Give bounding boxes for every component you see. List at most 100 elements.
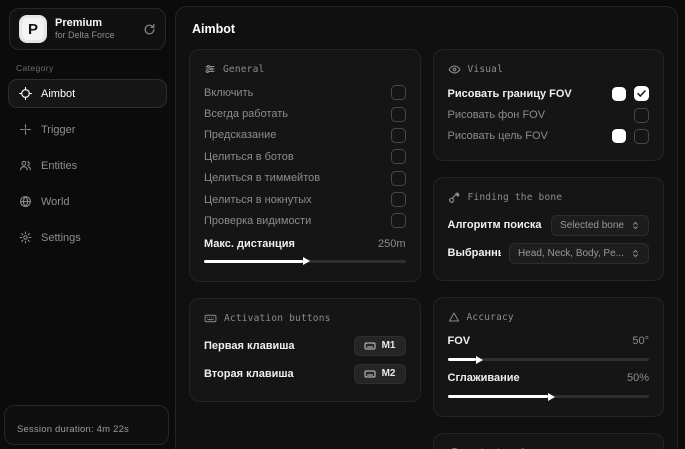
toggle-row-always-work: Всегда работать xyxy=(204,103,406,124)
chevron-up-down-icon xyxy=(631,249,640,258)
visual-card: Visual Рисовать границу FOV xyxy=(433,49,665,161)
accuracy-card: Accuracy FOV 50° Сглаживание 50% xyxy=(433,297,665,417)
eye-icon xyxy=(448,63,461,76)
fov-value: 50° xyxy=(632,335,649,347)
bone-icon xyxy=(448,191,461,204)
product-logo: P xyxy=(19,15,47,43)
session-duration-box: Session duration: 4m 22s xyxy=(4,405,169,445)
fov-target-checkbox[interactable] xyxy=(634,129,649,144)
bone-card-header: Finding the bone xyxy=(448,191,650,204)
fov-border-label: Рисовать границу FOV xyxy=(448,88,572,100)
check-icon xyxy=(636,88,647,99)
keyboard-icon xyxy=(364,368,376,380)
enable-checkbox[interactable] xyxy=(391,85,406,100)
second-key-row: Вторая клавиша M2 xyxy=(204,360,406,388)
product-header: P Premium for Delta Force xyxy=(9,8,166,50)
toggle-label: Проверка видимости xyxy=(204,215,311,227)
sidebar-nav: Aimbot Trigger Entities xyxy=(0,79,175,252)
general-card: General Включить Всегда работать Предска… xyxy=(189,49,421,282)
trigger-icon xyxy=(19,123,32,136)
sidebar-item-world[interactable]: World xyxy=(8,187,167,216)
switch-delay-card: Switch Delay Задержка переключения Задер… xyxy=(433,433,665,449)
activation-card: Activation buttons Первая клавиша M1 xyxy=(189,298,421,402)
right-column: Visual Рисовать границу FOV xyxy=(433,49,665,449)
sidebar-item-label: Settings xyxy=(41,232,81,244)
first-key-row: Первая клавиша M1 xyxy=(204,332,406,360)
bone-algorithm-row: Алгоритм поиска кости Selected bone xyxy=(448,211,650,239)
second-key-button[interactable]: M2 xyxy=(354,364,406,384)
visibility-check-checkbox[interactable] xyxy=(391,213,406,228)
toggle-row-visibility-check: Проверка видимости xyxy=(204,210,406,231)
smoothing-label: Сглаживание xyxy=(448,372,520,384)
first-key-button[interactable]: M1 xyxy=(354,336,406,356)
target-teammates-checkbox[interactable] xyxy=(391,171,406,186)
first-key-label: Первая клавиша xyxy=(204,340,295,352)
smoothing-row: Сглаживание 50% xyxy=(448,367,650,388)
keyboard-icon xyxy=(204,312,217,325)
chevron-up-down-icon xyxy=(631,221,640,230)
smoothing-slider[interactable] xyxy=(448,395,650,398)
gear-icon xyxy=(19,231,32,244)
sync-icon[interactable] xyxy=(143,23,156,36)
fov-background-row: Рисовать фон FOV xyxy=(448,104,650,125)
fov-target-row: Рисовать цель FOV xyxy=(448,126,650,147)
prediction-checkbox[interactable] xyxy=(391,128,406,143)
sidebar-item-aimbot[interactable]: Aimbot xyxy=(8,79,167,108)
crosshair-icon xyxy=(19,87,32,100)
selected-bones-label: Выбранные кости xyxy=(448,247,502,259)
fov-border-color-swatch[interactable] xyxy=(612,87,626,101)
selected-bones-dropdown[interactable]: Head, Neck, Body, Pe... xyxy=(509,243,649,264)
category-label: Category xyxy=(16,63,175,73)
bone-algorithm-label: Алгоритм поиска кости xyxy=(448,219,544,231)
sidebar-item-label: World xyxy=(41,196,70,208)
left-column: General Включить Всегда работать Предска… xyxy=(189,49,421,402)
toggle-label: Целиться в тиммейтов xyxy=(204,172,320,184)
accuracy-card-title: Accuracy xyxy=(467,312,514,323)
fov-target-label: Рисовать цель FOV xyxy=(448,130,548,142)
target-knocked-checkbox[interactable] xyxy=(391,192,406,207)
toggle-label: Включить xyxy=(204,87,253,99)
globe-icon xyxy=(19,195,32,208)
fov-target-color-swatch[interactable] xyxy=(612,129,626,143)
accuracy-card-header: Accuracy xyxy=(448,311,650,323)
activation-card-title: Activation buttons xyxy=(224,313,331,324)
main-panel: Aimbot General Включить xyxy=(175,6,678,449)
sidebar: P Premium for Delta Force Category Aimbo… xyxy=(0,0,175,449)
toggle-row-enable: Включить xyxy=(204,82,406,103)
general-card-header: General xyxy=(204,63,406,75)
sidebar-item-settings[interactable]: Settings xyxy=(8,223,167,252)
second-key-label: Вторая клавиша xyxy=(204,368,294,380)
target-bots-checkbox[interactable] xyxy=(391,149,406,164)
max-distance-slider[interactable] xyxy=(204,260,406,263)
selected-bones-value: Head, Neck, Body, Pe... xyxy=(518,248,624,259)
triangle-icon xyxy=(448,311,460,323)
max-distance-label: Макс. дистанция xyxy=(204,238,295,250)
first-key-value: M1 xyxy=(382,340,396,351)
session-duration-text: Session duration: 4m 22s xyxy=(17,424,129,435)
toggle-row-target-knocked: Целиться в нокнутых xyxy=(204,189,406,210)
toggle-label: Целиться в ботов xyxy=(204,151,294,163)
product-name: Premium xyxy=(55,17,115,31)
general-card-title: General xyxy=(223,64,264,75)
visual-card-header: Visual xyxy=(448,63,650,76)
fov-background-checkbox[interactable] xyxy=(634,108,649,123)
sidebar-item-trigger[interactable]: Trigger xyxy=(8,115,167,144)
fov-slider-row: FOV 50° xyxy=(448,330,650,351)
second-key-value: M2 xyxy=(382,368,396,379)
toggle-label: Всегда работать xyxy=(204,108,288,120)
fov-border-row: Рисовать границу FOV xyxy=(448,83,650,104)
bone-algorithm-dropdown[interactable]: Selected bone xyxy=(551,215,649,236)
product-subtitle: for Delta Force xyxy=(55,30,115,41)
sidebar-item-entities[interactable]: Entities xyxy=(8,151,167,180)
fov-border-checkbox[interactable] xyxy=(634,86,649,101)
fov-slider[interactable] xyxy=(448,358,650,361)
bone-card-title: Finding the bone xyxy=(468,192,563,203)
sidebar-item-label: Aimbot xyxy=(41,88,75,100)
keyboard-icon xyxy=(364,340,376,352)
toggle-row-prediction: Предсказание xyxy=(204,125,406,146)
smoothing-value: 50% xyxy=(627,372,649,384)
toggle-label: Предсказание xyxy=(204,129,276,141)
bone-card: Finding the bone Алгоритм поиска кости S… xyxy=(433,177,665,281)
always-work-checkbox[interactable] xyxy=(391,107,406,122)
toggle-row-target-teammates: Целиться в тиммейтов xyxy=(204,168,406,189)
